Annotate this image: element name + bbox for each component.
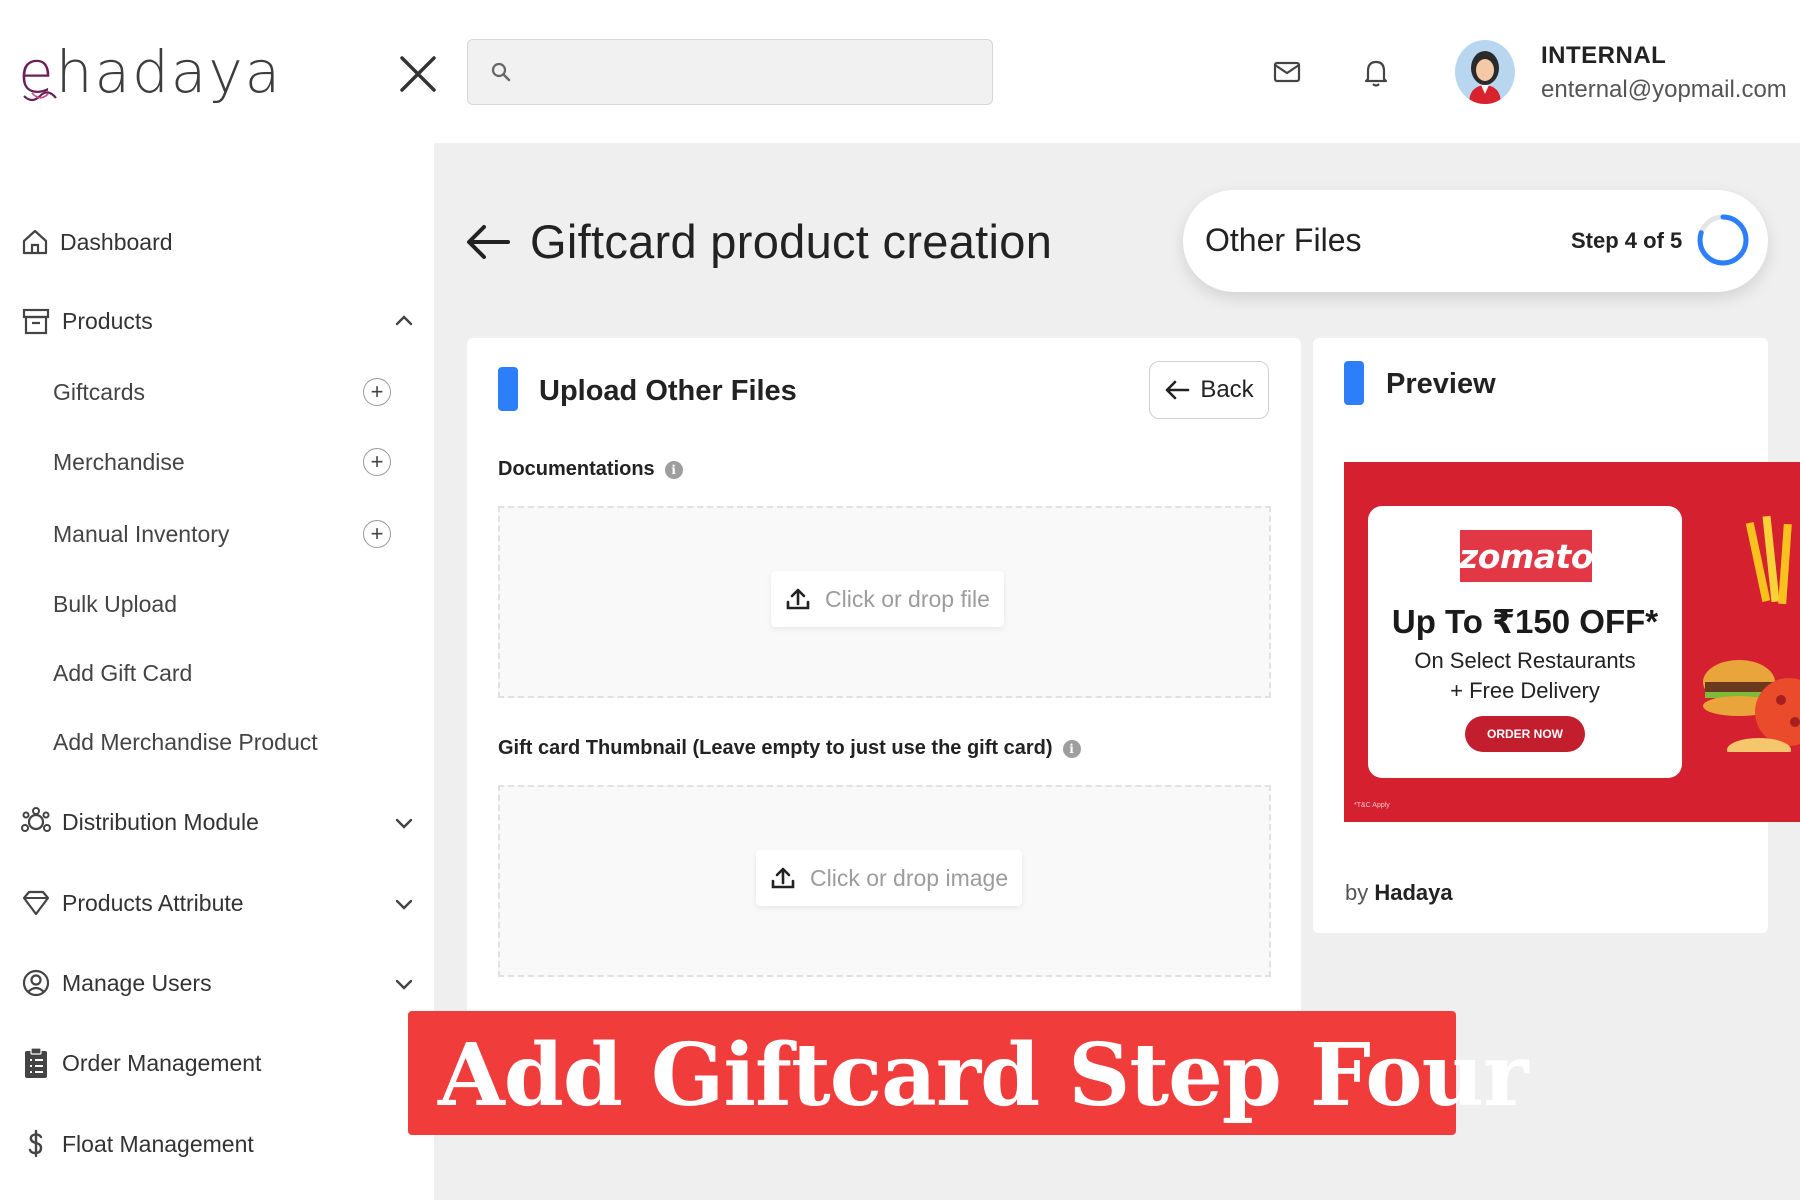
add-manual-inventory-button[interactable]: + <box>363 520 391 548</box>
documentations-label: Documentations i <box>498 458 683 481</box>
sidebar-item-manage-users[interactable]: Manage Users <box>20 963 212 1003</box>
upload-file-label: Click or drop file <box>825 585 990 612</box>
sidebar-subitem-giftcards[interactable]: Giftcards <box>53 374 145 410</box>
chevron-down-icon[interactable] <box>392 892 416 916</box>
by-name: Hadaya <box>1374 880 1453 905</box>
sidebar-item-label: Products Attribute <box>62 889 244 916</box>
upload-card-title: Upload Other Files <box>539 375 797 407</box>
avatar[interactable] <box>1455 40 1515 104</box>
sidebar-subitem-add-merchandise-product[interactable]: Add Merchandise Product <box>53 724 318 760</box>
add-giftcard-button[interactable]: + <box>363 378 391 406</box>
by-prefix: by <box>1345 880 1369 905</box>
step-indicator: Other Files Step 4 of 5 <box>1183 190 1768 292</box>
upload-image-button[interactable]: Click or drop image <box>756 850 1023 906</box>
overlay-caption-banner: Add Giftcard Step Four <box>408 1011 1528 1135</box>
info-icon[interactable]: i <box>1062 739 1081 758</box>
archive-box-icon <box>22 308 50 335</box>
sidebar-subitem-bulk-upload[interactable]: Bulk Upload <box>53 586 177 622</box>
mail-icon[interactable] <box>1269 54 1305 90</box>
chevron-down-icon[interactable] <box>392 811 416 835</box>
brand-logo[interactable]: ehadaya <box>18 38 282 106</box>
field-label-text: Gift card Thumbnail (Leave empty to just… <box>498 737 1053 759</box>
user-circle-icon <box>22 969 50 997</box>
clipboard-list-icon <box>25 1047 47 1078</box>
section-accent-bar <box>498 367 518 411</box>
chevron-down-icon[interactable] <box>392 972 416 996</box>
zomato-logo: zomato <box>1459 530 1594 582</box>
user-email: enternal@yopmail.com <box>1541 76 1787 103</box>
by-line: by Hadaya <box>1345 880 1453 906</box>
add-merchandise-button[interactable]: + <box>363 448 391 476</box>
section-accent-bar <box>1344 361 1364 405</box>
sidebar-item-dashboard[interactable]: Dashboard <box>20 222 173 262</box>
thumbnail-dropzone[interactable]: Click or drop image <box>498 785 1271 977</box>
back-button[interactable]: Back <box>1149 361 1269 419</box>
search-icon <box>491 62 511 82</box>
upload-icon <box>771 867 795 889</box>
back-arrow-icon[interactable] <box>464 220 512 264</box>
overlay-caption-text: Add Giftcard Step Four <box>438 1025 1528 1126</box>
promo-line-2: + Free Delivery <box>1450 678 1600 703</box>
user-avatar-icon <box>1469 51 1501 104</box>
info-icon[interactable]: i <box>664 460 683 479</box>
home-icon <box>22 229 48 255</box>
preview-card-title: Preview <box>1386 368 1496 400</box>
close-menu-icon[interactable] <box>396 52 440 96</box>
search-bar[interactable] <box>467 39 993 105</box>
upload-image-label: Click or drop image <box>810 864 1009 891</box>
promo-offer: Up To ₹150 OFF* <box>1391 603 1659 640</box>
chevron-up-icon[interactable] <box>392 309 416 333</box>
sidebar-item-products-attribute[interactable]: Products Attribute <box>20 883 244 923</box>
page-title: Giftcard product creation <box>530 215 1053 268</box>
terms-text: *T&C Apply <box>1354 802 1390 809</box>
sidebar-subitem-add-gift-card[interactable]: Add Gift Card <box>53 655 192 691</box>
giftcard-preview-image: zomato Up To ₹150 OFF* On Select Restaur… <box>1344 462 1800 822</box>
sidebar-item-label: Manage Users <box>62 969 212 996</box>
upload-file-button[interactable]: Click or drop file <box>771 571 1004 627</box>
bell-icon[interactable] <box>1358 54 1394 90</box>
logo-swirl-icon <box>23 91 57 102</box>
sidebar-item-label: Products <box>62 307 153 334</box>
sidebar-item-float-management[interactable]: Float Management <box>20 1124 254 1164</box>
sidebar-subitem-manual-inventory[interactable]: Manual Inventory <box>53 516 229 552</box>
sidebar-item-label: Float Management <box>62 1130 254 1157</box>
step-name: Other Files <box>1205 222 1362 258</box>
promo-line-1: On Select Restaurants <box>1414 648 1636 673</box>
sidebar-subitem-merchandise[interactable]: Merchandise <box>53 444 185 480</box>
step-progress-ring <box>1697 214 1749 266</box>
search-input[interactable] <box>522 50 972 94</box>
user-name: INTERNAL <box>1541 42 1667 69</box>
upload-files-card: Upload Other Files Back Documentations i… <box>467 338 1301 1038</box>
sidebar-item-distribution-module[interactable]: Distribution Module <box>20 802 259 842</box>
network-icon <box>21 807 51 832</box>
sidebar-item-label: Order Management <box>62 1049 262 1076</box>
sidebar-item-label: Distribution Module <box>62 808 259 835</box>
food-illustration-icon <box>1703 515 1800 752</box>
back-button-label: Back <box>1200 376 1254 403</box>
upload-icon <box>786 588 810 610</box>
documentations-dropzone[interactable]: Click or drop file <box>498 506 1271 698</box>
step-count: Step 4 of 5 <box>1571 228 1683 253</box>
promo-card: zomato Up To ₹150 OFF* On Select Restaur… <box>1368 506 1682 778</box>
order-now-button: ORDER NOW <box>1465 716 1585 752</box>
dollar-icon <box>28 1129 43 1158</box>
sidebar-item-order-management[interactable]: Order Management <box>20 1043 261 1083</box>
diamond-icon <box>22 890 50 916</box>
sidebar-item-products[interactable]: Products <box>20 301 153 341</box>
sidebar-item-label: Dashboard <box>60 228 173 255</box>
arrow-left-icon <box>1166 380 1190 400</box>
field-label-text: Documentations <box>498 458 655 480</box>
thumbnail-label: Gift card Thumbnail (Leave empty to just… <box>498 737 1081 760</box>
